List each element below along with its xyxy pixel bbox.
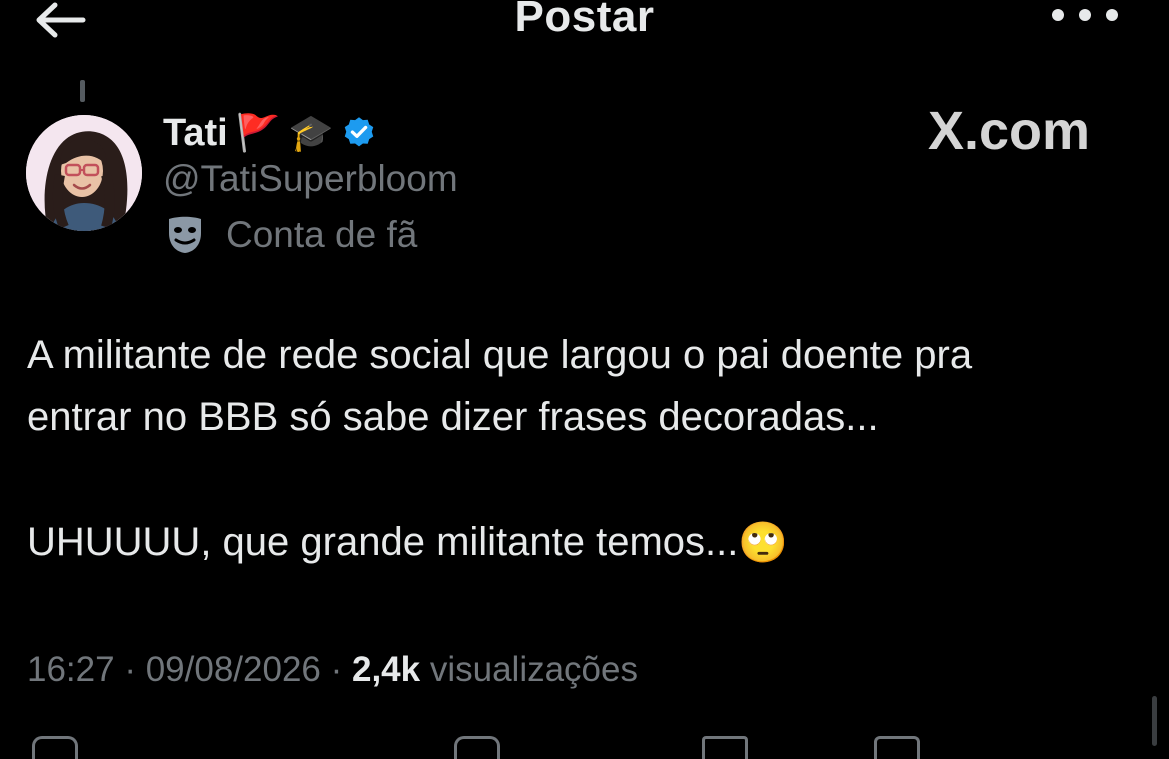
reply-icon[interactable]	[32, 736, 78, 759]
eye-roll-emoji: 🙄	[738, 520, 789, 565]
account-label[interactable]: Conta de fã	[166, 213, 417, 257]
meta-separator: ·	[114, 650, 146, 689]
scrollbar[interactable]	[1152, 696, 1157, 746]
author-row: Tati 🚩 🎓	[163, 108, 377, 158]
more-dot	[1079, 9, 1091, 21]
post-time[interactable]: 16:27	[27, 650, 115, 689]
post-text-line: A militante de rede social que largou o …	[27, 333, 973, 377]
more-dot	[1106, 9, 1118, 21]
theater-mask-icon	[169, 216, 201, 253]
avatar-portrait	[26, 115, 142, 231]
author-name[interactable]: Tati	[163, 112, 228, 155]
bookmark-icon[interactable]	[702, 736, 748, 759]
page-title: Postar	[514, 0, 655, 41]
meta-separator: ·	[320, 650, 352, 689]
verified-badge-icon	[345, 117, 374, 147]
account-label-text: Conta de fã	[226, 214, 418, 255]
post-text-line: entrar no BBB só sabe dizer frases decor…	[27, 395, 879, 439]
author-handle[interactable]: @TatiSuperbloom	[163, 158, 458, 200]
post-text-line-3: UHUUUU, que grande militante temos...	[27, 520, 739, 564]
graduation-cap-emoji: 🎓	[288, 112, 334, 153]
more-options-button[interactable]	[1052, 2, 1118, 28]
share-icon[interactable]	[874, 736, 920, 759]
more-horizontal-icon	[1052, 9, 1064, 21]
red-flag-emoji: 🚩	[235, 112, 281, 153]
thread-connector	[80, 80, 85, 102]
views-label: visualizações	[420, 650, 638, 689]
like-icon[interactable]	[454, 736, 500, 759]
post-text-line: UHUUUU, que grande militante temos... 🙄	[27, 520, 788, 565]
post-date[interactable]: 09/08/2026	[146, 650, 321, 689]
avatar[interactable]	[26, 115, 142, 231]
views-count[interactable]: 2,4k	[352, 650, 420, 689]
x-com-watermark: X.com	[928, 101, 1091, 161]
post-meta: 16:27 · 09/08/2026 · 2,4k visualizações	[27, 650, 638, 690]
